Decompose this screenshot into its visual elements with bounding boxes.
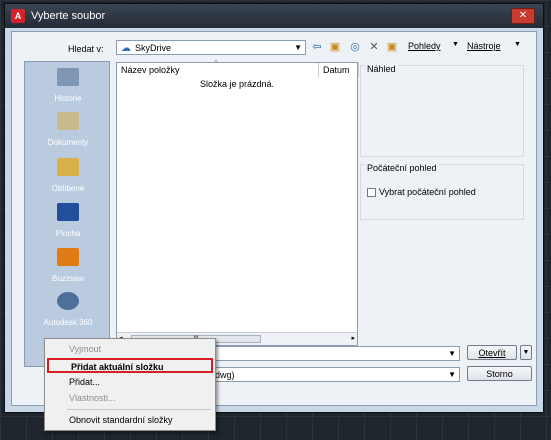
views-dropdown-icon[interactable]: ▼	[452, 41, 459, 48]
preview-group: Náhled	[360, 64, 524, 157]
menu-item-cut[interactable]: Vyjmout	[47, 342, 213, 357]
initial-view-checkbox-label: Vybrat počáteční pohled	[379, 187, 476, 197]
place-favorites[interactable]: Oblíbené	[25, 158, 111, 193]
back-icon[interactable]: ⇦	[310, 41, 324, 53]
open-dropdown-button[interactable]: ▼	[520, 345, 532, 360]
sort-ascending-icon: ⌃	[213, 60, 219, 67]
look-in-label: Hledat v:	[68, 44, 104, 54]
scroll-right-icon[interactable]: ▸	[351, 334, 355, 342]
favorites-icon	[57, 158, 79, 176]
open-button[interactable]: Otevřít	[467, 345, 517, 360]
title-bar[interactable]: A Vyberte soubor ✕	[5, 4, 543, 28]
buzzsaw-icon	[57, 248, 79, 266]
file-type-combo[interactable]: dwg) ▼	[208, 367, 460, 382]
menu-separator	[67, 409, 211, 410]
look-in-combo[interactable]: ☁ SkyDrive ▼	[116, 40, 306, 55]
skydrive-icon: ☁	[121, 43, 131, 54]
places-sidebar: Historie Dokumenty Oblíbené Plocha Buzzs…	[24, 61, 110, 367]
close-button[interactable]: ✕	[511, 8, 535, 24]
chevron-down-icon: ▼	[448, 370, 456, 379]
tools-menu[interactable]: Nástroje	[467, 41, 501, 51]
autodesk-360-icon	[57, 292, 79, 310]
dialog-title: Vyberte soubor	[31, 10, 106, 22]
chevron-down-icon: ▼	[294, 43, 302, 52]
file-list[interactable]: Název položky ⌃ Datum Složka je prázdná.…	[116, 60, 359, 346]
desktop-icon	[57, 203, 79, 221]
tools-dropdown-icon[interactable]: ▼	[514, 41, 521, 48]
views-menu[interactable]: Pohledy	[408, 41, 441, 51]
delete-icon[interactable]: ✕	[367, 41, 381, 53]
file-name-input[interactable]: ▼	[208, 346, 460, 361]
menu-item-properties[interactable]: Vlastnosti...	[47, 391, 213, 406]
file-type-value: dwg)	[215, 370, 235, 380]
place-history[interactable]: Historie	[25, 68, 111, 103]
context-menu: Vyjmout Přidat aktuální složku Přidat...…	[44, 338, 216, 431]
place-buzzsaw[interactable]: Buzzsaw	[25, 248, 111, 283]
cancel-button[interactable]: Storno	[467, 366, 532, 381]
preview-title: Náhled	[365, 64, 398, 74]
place-autodesk-360[interactable]: Autodesk 360	[25, 292, 111, 327]
history-icon	[57, 68, 79, 86]
autocad-app-icon: A	[11, 9, 25, 23]
up-folder-icon[interactable]: ▣	[328, 41, 342, 53]
search-web-icon[interactable]: ◎	[348, 41, 362, 53]
new-folder-icon[interactable]: ▣	[385, 41, 399, 53]
initial-view-title: Počáteční pohled	[365, 163, 439, 173]
menu-item-restore-standard-folders[interactable]: Obnovit standardní složky	[47, 413, 213, 428]
look-in-value: SkyDrive	[135, 43, 172, 53]
initial-view-group: Počáteční pohled Vybrat počáteční pohled	[360, 163, 524, 220]
initial-view-checkbox[interactable]	[367, 188, 376, 197]
documents-icon	[57, 112, 79, 130]
place-desktop[interactable]: Plocha	[25, 203, 111, 238]
place-documents[interactable]: Dokumenty	[25, 112, 111, 147]
menu-item-add[interactable]: Přidat...	[47, 375, 213, 390]
empty-folder-message: Složka je prázdná.	[199, 79, 275, 89]
column-header-date[interactable]: Datum	[319, 63, 359, 77]
menu-item-add-current-folder[interactable]: Přidat aktuální složku	[47, 358, 213, 373]
chevron-down-icon: ▼	[448, 349, 456, 358]
